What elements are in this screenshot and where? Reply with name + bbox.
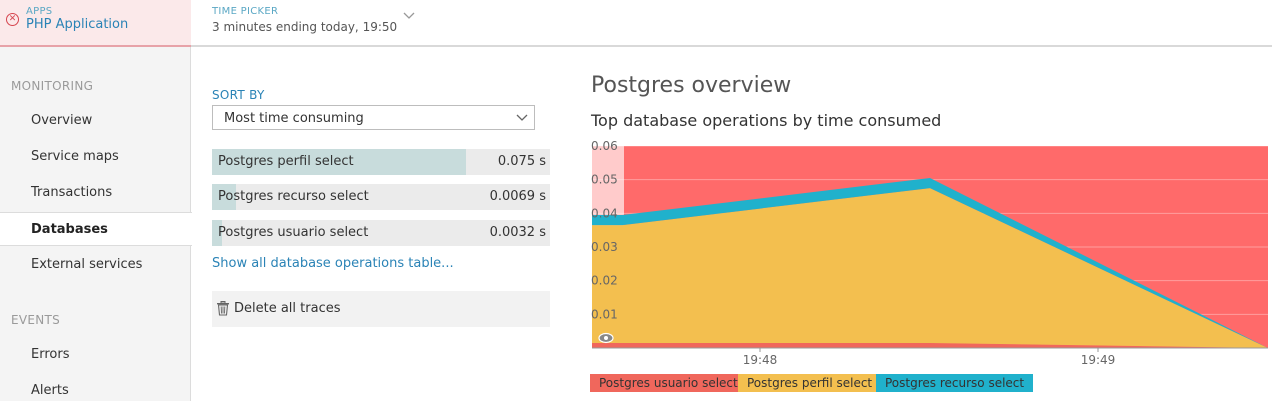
time-picker-kicker: TIME PICKER: [212, 6, 278, 17]
sidebar-section-monitoring: MONITORING: [11, 79, 93, 93]
sidebar-item-databases[interactable]: Databases: [0, 212, 192, 246]
sidebar-item-transactions[interactable]: Transactions: [0, 176, 191, 210]
sort-select-value: Most time consuming: [224, 111, 364, 126]
close-circle-icon[interactable]: ✕: [6, 13, 19, 26]
app-switcher[interactable]: ✕ APPS PHP Application: [0, 0, 191, 47]
sidebar-item-service-maps[interactable]: Service maps: [0, 140, 191, 174]
chevron-down-icon: [516, 114, 528, 122]
y-tick-label: 0.04: [591, 206, 618, 220]
legend-item-perfil[interactable]: Postgres perfil select: [738, 374, 881, 392]
x-tick-label: 19:48: [743, 353, 778, 367]
time-picker-value[interactable]: 3 minutes ending today, 19:50: [212, 20, 397, 34]
operation-name: Postgres perfil select: [218, 154, 354, 169]
operation-time: 0.0069 s: [490, 189, 546, 204]
operation-name: Postgres recurso select: [218, 189, 369, 204]
y-tick-label: 0.06: [591, 140, 618, 153]
legend-item-recurso[interactable]: Postgres recurso select: [876, 374, 1033, 392]
sidebar-item-external-services[interactable]: External services: [0, 248, 191, 282]
app-kicker: APPS: [26, 6, 52, 17]
chart-title: Top database operations by time consumed: [591, 111, 941, 130]
sidebar-section-events: EVENTS: [11, 313, 60, 327]
sidebar-item-overview[interactable]: Overview: [0, 104, 191, 138]
y-tick-label: 0.02: [591, 274, 618, 288]
sort-select[interactable]: Most time consuming: [212, 105, 535, 130]
operation-time: 0.0032 s: [490, 225, 546, 240]
overview-title: Postgres overview: [591, 73, 791, 98]
top-bar: TIME PICKER 3 minutes ending today, 19:5…: [191, 0, 1272, 47]
trash-icon: [216, 301, 230, 316]
operation-row[interactable]: Postgres perfil select 0.075 s: [212, 149, 550, 175]
y-tick-label: 0.01: [591, 307, 618, 321]
chevron-down-icon[interactable]: [403, 10, 415, 20]
delete-all-traces-label: Delete all traces: [234, 301, 341, 316]
operation-row[interactable]: Postgres recurso select 0.0069 s: [212, 184, 550, 210]
legend-item-usuario[interactable]: Postgres usuario select: [590, 374, 747, 392]
operation-time: 0.075 s: [498, 154, 546, 169]
y-tick-label: 0.03: [591, 240, 618, 254]
operations-area-chart[interactable]: 0.01 0.02 0.03 0.04 0.05 0.06 19:48 19:49: [585, 140, 1272, 370]
operation-row[interactable]: Postgres usuario select 0.0032 s: [212, 220, 550, 246]
show-all-operations-link[interactable]: Show all database operations table...: [212, 256, 454, 271]
y-tick-label: 0.05: [591, 173, 618, 187]
app-name[interactable]: PHP Application: [26, 17, 128, 32]
operation-name: Postgres usuario select: [218, 225, 368, 240]
sidebar-item-alerts[interactable]: Alerts: [0, 374, 191, 408]
sort-by-label: SORT BY: [212, 88, 265, 102]
eye-pupil: [604, 336, 608, 340]
delete-all-traces-button[interactable]: Delete all traces: [212, 291, 550, 327]
x-tick-label: 19:49: [1081, 353, 1116, 367]
sidebar-item-errors[interactable]: Errors: [0, 338, 191, 372]
sidebar: MONITORING Overview Service maps Transac…: [0, 47, 191, 401]
